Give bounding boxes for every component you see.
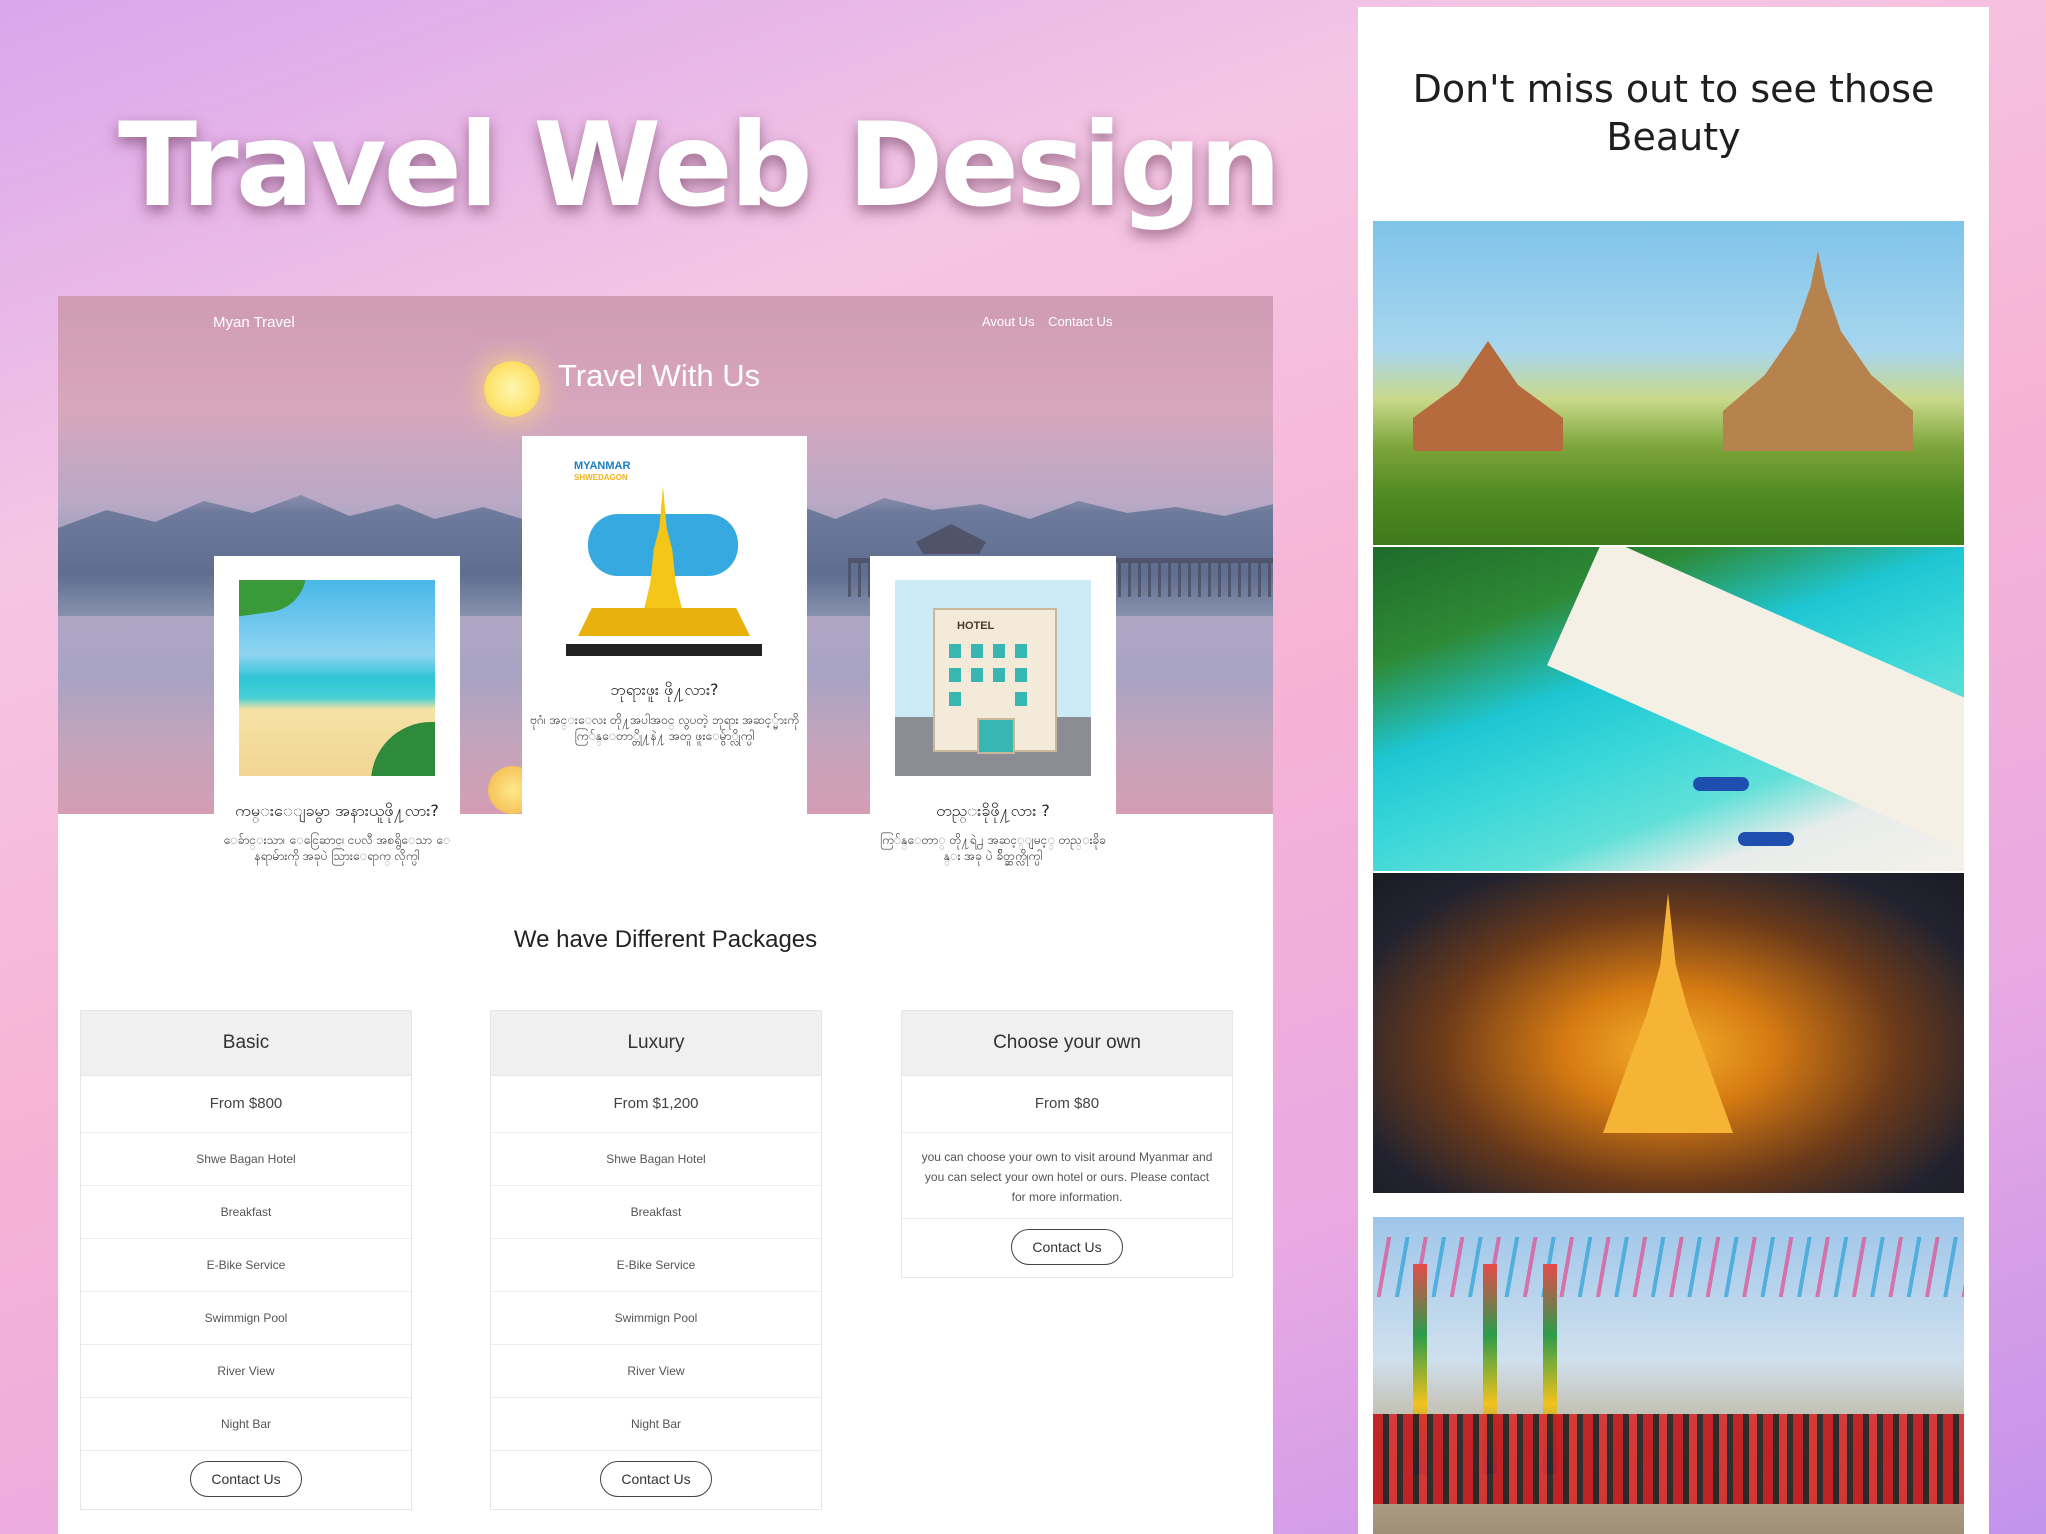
- festival-dance-photo: [1373, 1217, 1964, 1534]
- illustration-label: MYANMAR: [574, 460, 631, 472]
- illustration-sublabel: SHWEDAGON: [574, 473, 628, 482]
- package-name: Luxury: [491, 1011, 821, 1076]
- hero-title: Travel With Us: [558, 358, 761, 393]
- nav-link-about[interactable]: Avout Us: [982, 314, 1035, 329]
- shwedagon-pagoda-night-photo: [1373, 873, 1964, 1193]
- top-nav: Avout Us Contact Us: [982, 314, 1122, 329]
- package-price: From $800: [81, 1076, 411, 1133]
- feature-card-pagoda[interactable]: MYANMAR SHWEDAGON ဘုရားဖူး ဖို႔လား? ဗုဂံ…: [522, 436, 807, 814]
- contact-us-button[interactable]: Contact Us: [1011, 1229, 1123, 1265]
- brand-logo[interactable]: Myan Travel: [213, 314, 295, 331]
- package-feature: E-Bike Service: [81, 1239, 411, 1292]
- gallery-panel: Don't miss out to see those Beauty: [1358, 7, 1989, 1534]
- pagoda-base-icon: [578, 608, 750, 636]
- temple-icon: [1723, 251, 1913, 451]
- card-description: ဗုဂံ၊ အင္းေလး တို႔အပါအ၀င္ လွပတဲ့ ဘုရား အ…: [530, 713, 799, 743]
- package-feature: Breakfast: [81, 1186, 411, 1239]
- card-title: တည္းခိုဖို႔လား ?: [936, 801, 1050, 820]
- package-feature: Breakfast: [491, 1186, 821, 1239]
- card-title: ဘုရားဖူး ဖို႔လား?: [610, 680, 719, 699]
- hotel-sign: HOTEL: [957, 620, 995, 632]
- dancers-crowd: [1373, 1414, 1964, 1504]
- bagan-temples-photo: [1373, 221, 1964, 545]
- package-feature: Night Bar: [491, 1398, 821, 1451]
- feature-card-hotel[interactable]: HOTEL တည္းခိုဖို႔လား ? ကြ်န္ေတာ္ တို႔ရဲ႕…: [870, 556, 1116, 863]
- card-title: ကမ္းေျခမွာ အနားယူဖို႔လား?: [235, 801, 439, 820]
- card-description: ေခ်ာင္းသာ၊ ေငြေဆာင္၊ ငပလီ အစရွိေသာ ေနရာမ…: [223, 833, 451, 863]
- package-basic: Basic From $800 Shwe Bagan Hotel Breakfa…: [80, 1010, 412, 1510]
- nav-link-contact[interactable]: Contact Us: [1048, 314, 1112, 329]
- package-name: Basic: [81, 1011, 411, 1076]
- gallery-title: Don't miss out to see those Beauty: [1412, 67, 1935, 159]
- package-feature: E-Bike Service: [491, 1239, 821, 1292]
- package-feature: Swimmign Pool: [491, 1292, 821, 1345]
- stock-credit-strip: [566, 644, 762, 656]
- tropical-beach-photo: [1373, 547, 1964, 871]
- boat-icon: [1693, 777, 1749, 791]
- contact-us-button[interactable]: Contact Us: [600, 1461, 712, 1497]
- package-feature: Swimmign Pool: [81, 1292, 411, 1345]
- package-feature: Shwe Bagan Hotel: [491, 1133, 821, 1186]
- card-description: ကြ်န္ေတာ္ တို႔ရဲ႕ အဆင့္ျမင့္ တည္းခိုခန္း…: [879, 833, 1107, 863]
- package-feature: River View: [491, 1345, 821, 1398]
- boat-icon: [1738, 832, 1794, 846]
- sun-graphic: [484, 361, 540, 417]
- packages-heading: We have Different Packages: [513, 926, 818, 953]
- hotel-door-icon: [977, 718, 1015, 754]
- package-price: From $1,200: [491, 1076, 821, 1133]
- website-mockup: Myan Travel Avout Us Contact Us Travel W…: [58, 296, 1273, 1534]
- stupa-icon: [1603, 893, 1733, 1133]
- sand-shape: [1547, 547, 1964, 871]
- package-description: you can choose your own to visit around …: [902, 1133, 1232, 1219]
- showcase-title: Travel Web Design: [118, 98, 1282, 233]
- package-price: From $80: [902, 1076, 1232, 1133]
- bunting-flags: [1373, 1237, 1964, 1297]
- palm-leaf-icon: [371, 722, 435, 776]
- beach-illustration: [239, 580, 435, 776]
- pagoda-illustration: MYANMAR SHWEDAGON: [566, 458, 762, 656]
- package-feature: Shwe Bagan Hotel: [81, 1133, 411, 1186]
- palm-leaf-icon: [239, 580, 312, 618]
- contact-us-button[interactable]: Contact Us: [190, 1461, 302, 1497]
- temple-icon: [1413, 341, 1563, 451]
- package-feature: Night Bar: [81, 1398, 411, 1451]
- hotel-illustration: HOTEL: [895, 580, 1091, 776]
- package-feature: River View: [81, 1345, 411, 1398]
- feature-card-beach[interactable]: ကမ္းေျခမွာ အနားယူဖို႔လား? ေခ်ာင္းသာ၊ ေငြ…: [214, 556, 460, 886]
- package-choose-own: Choose your own From $80 you can choose …: [901, 1010, 1233, 1278]
- package-luxury: Luxury From $1,200 Shwe Bagan Hotel Brea…: [490, 1010, 822, 1510]
- package-name: Choose your own: [902, 1011, 1232, 1076]
